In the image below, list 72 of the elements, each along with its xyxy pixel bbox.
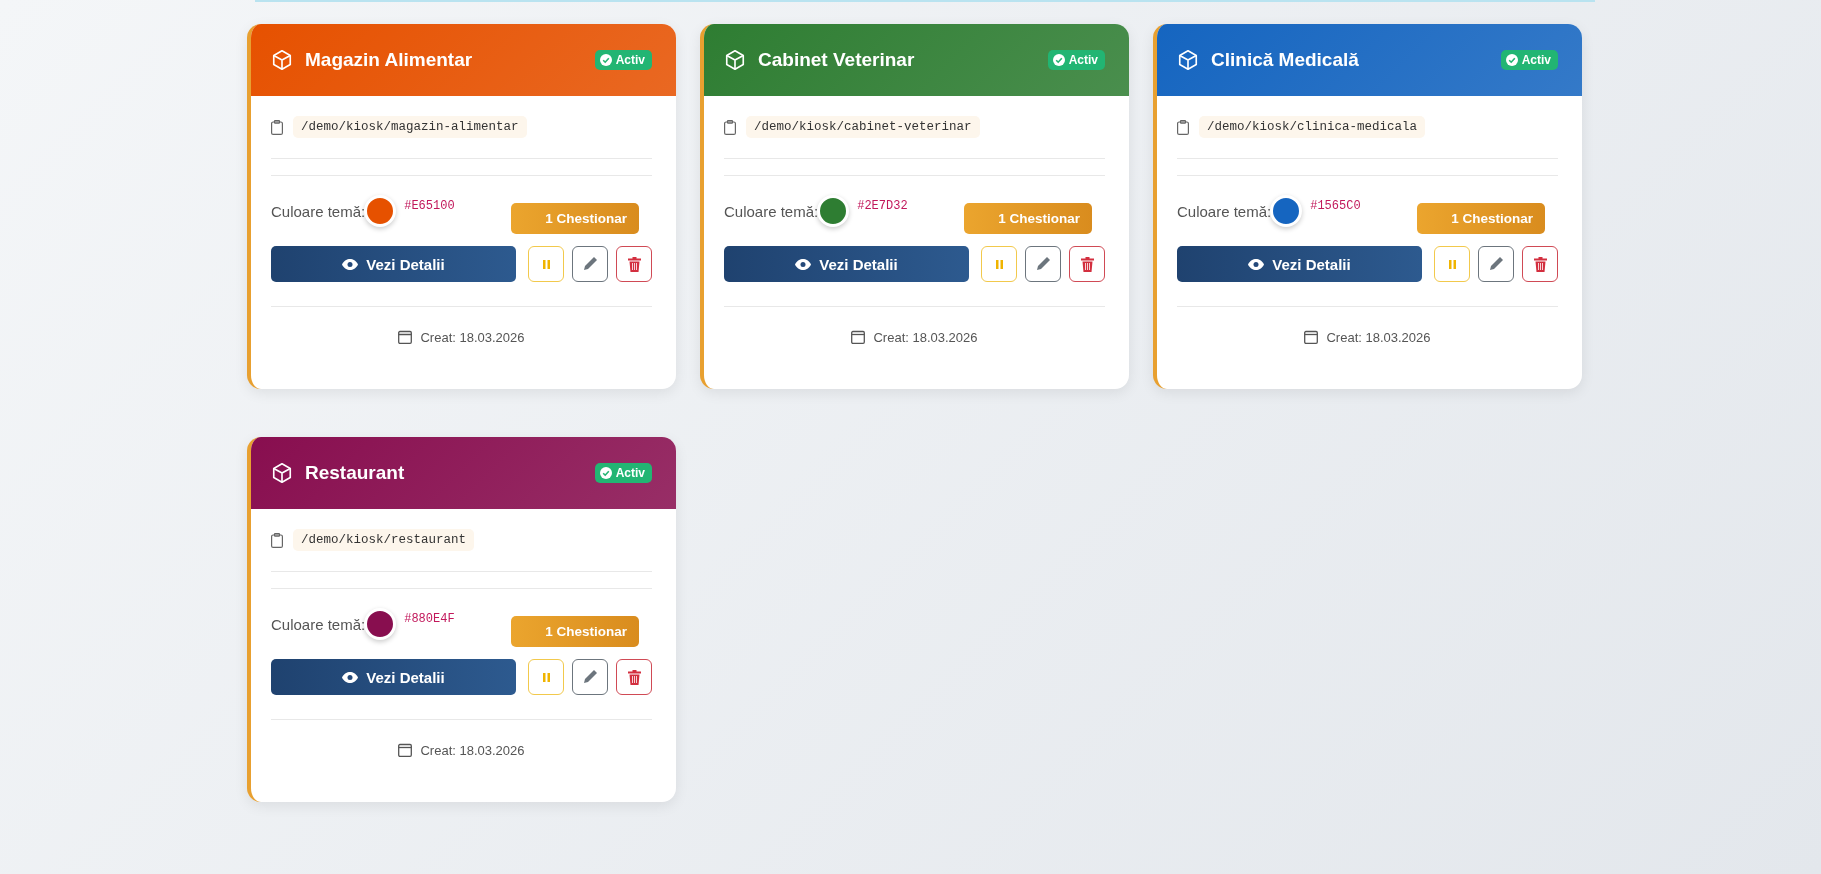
color-label: Culoare temă: <box>271 202 366 220</box>
edit-button[interactable] <box>1478 246 1514 282</box>
pause-icon <box>542 259 550 269</box>
box-icon <box>271 462 293 484</box>
kiosk-title: Clinică Medicală <box>1211 49 1360 71</box>
kiosk-path: /demo/kiosk/clinica-medicala <box>1199 116 1426 138</box>
box-icon <box>271 49 293 71</box>
created-date: Creat: 18.03.2026 <box>1326 329 1431 345</box>
status-badge: Activ <box>594 463 652 483</box>
eye-icon <box>1248 258 1265 270</box>
color-code: #880E4F <box>404 612 455 626</box>
check-circle-icon <box>1505 54 1518 66</box>
check-circle-icon <box>599 54 612 66</box>
eye-icon <box>342 258 359 270</box>
pause-icon <box>995 259 1003 269</box>
details-button[interactable]: Vezi Detalii <box>724 246 969 282</box>
eye-icon <box>342 671 359 683</box>
trash-icon <box>1080 256 1094 272</box>
check-circle-icon <box>599 467 612 479</box>
color-label: Culoare temă: <box>271 615 366 633</box>
kiosk-title: Restaurant <box>305 462 406 484</box>
edit-button[interactable] <box>1025 246 1061 282</box>
eye-icon <box>795 258 812 270</box>
details-button[interactable]: Vezi Detalii <box>1177 246 1422 282</box>
questionnaire-badge: 1 Chestionar <box>964 202 1092 234</box>
questionnaire-badge: 1 Chestionar <box>511 615 639 647</box>
trash-icon <box>627 669 641 685</box>
edit-button[interactable] <box>572 659 608 695</box>
edit-button[interactable] <box>572 246 608 282</box>
created-date: Creat: 18.03.2026 <box>420 742 525 758</box>
kiosk-path: /demo/kiosk/cabinet-veterinar <box>746 116 980 138</box>
pencil-icon <box>1035 256 1051 272</box>
kiosk-title: Magazin Alimentar <box>305 49 474 71</box>
status-badge: Activ <box>1500 50 1558 70</box>
color-label: Culoare temă: <box>724 202 819 220</box>
delete-button[interactable] <box>1522 246 1558 282</box>
kiosk-path: /demo/kiosk/magazin-alimentar <box>293 116 527 138</box>
clipboard-icon <box>271 119 283 135</box>
color-code: #2E7D32 <box>857 199 908 213</box>
kiosk-path: /demo/kiosk/restaurant <box>293 529 475 551</box>
status-badge: Activ <box>594 50 652 70</box>
check-circle-icon <box>1052 54 1065 66</box>
created-date: Creat: 18.03.2026 <box>420 329 525 345</box>
calendar-icon <box>851 330 866 344</box>
calendar-icon <box>398 743 413 757</box>
color-label: Culoare temă: <box>1177 202 1272 220</box>
box-icon <box>1177 49 1199 71</box>
clipboard-icon <box>271 532 283 548</box>
box-icon <box>724 49 746 71</box>
pencil-icon <box>582 256 598 272</box>
details-button[interactable]: Vezi Detalii <box>271 659 516 695</box>
details-button[interactable]: Vezi Detalii <box>271 246 516 282</box>
trash-icon <box>627 256 641 272</box>
clipboard-icon <box>724 119 736 135</box>
delete-button[interactable] <box>1069 246 1105 282</box>
questionnaire-badge: 1 Chestionar <box>1417 202 1545 234</box>
pause-icon <box>542 672 550 682</box>
calendar-icon <box>1304 330 1319 344</box>
status-badge: Activ <box>1047 50 1105 70</box>
pencil-icon <box>1488 256 1504 272</box>
color-code: #E65100 <box>404 199 455 213</box>
questionnaire-badge: 1 Chestionar <box>511 202 639 234</box>
kiosk-title: Cabinet Veterinar <box>758 49 916 71</box>
color-code: #1565C0 <box>1310 199 1361 213</box>
pause-icon <box>1448 259 1456 269</box>
delete-button[interactable] <box>616 246 652 282</box>
pencil-icon <box>582 669 598 685</box>
clipboard-icon <box>1177 119 1189 135</box>
trash-icon <box>1533 256 1547 272</box>
delete-button[interactable] <box>616 659 652 695</box>
created-date: Creat: 18.03.2026 <box>873 329 978 345</box>
calendar-icon <box>398 330 413 344</box>
